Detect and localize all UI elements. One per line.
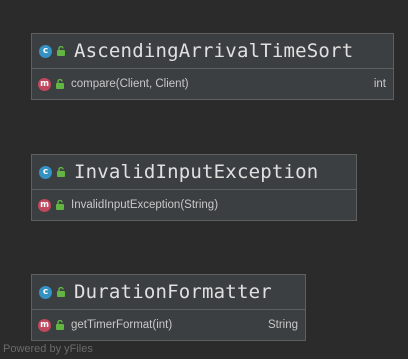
class-name: DurationFormatter [74,281,272,303]
public-visibility-icon [56,200,64,210]
class-icon: c [39,285,52,299]
class-box-ascending-arrival-time-sort[interactable]: c AscendingArrivalTimeSort m compare(Cli… [31,33,394,100]
method-return-type: String [267,319,298,331]
member-row[interactable]: m getTimerFormat(int) String [32,315,305,335]
class-icon: c [39,44,52,58]
class-name: InvalidInputException [74,161,319,183]
class-header: c DurationFormatter [32,275,305,310]
method-signature: getTimerFormat(int) [71,319,173,331]
class-box-invalid-input-exception[interactable]: c InvalidInputException m InvalidInputEx… [31,154,357,221]
method-icon: m [38,198,51,212]
method-return-type: int [373,78,386,90]
yfiles-watermark: Powered by yFiles [3,343,93,355]
method-signature: compare(Client, Client) [71,78,189,90]
public-visibility-icon [56,79,64,89]
method-icon: m [38,77,51,91]
member-row[interactable]: m compare(Client, Client) int [32,74,393,94]
method-icon: m [38,318,51,332]
constructor-signature: InvalidInputException(String) [71,199,219,211]
public-visibility-icon [57,46,65,56]
member-row[interactable]: m InvalidInputException(String) [32,195,356,215]
public-visibility-icon [57,287,65,297]
class-header: c InvalidInputException [32,155,356,190]
class-name: AscendingArrivalTimeSort [74,40,354,62]
public-visibility-icon [57,167,65,177]
class-header: c AscendingArrivalTimeSort [32,34,393,69]
class-box-duration-formatter[interactable]: c DurationFormatter m getTimerFormat(int… [31,274,306,341]
class-icon: c [39,165,52,179]
public-visibility-icon [56,320,64,330]
